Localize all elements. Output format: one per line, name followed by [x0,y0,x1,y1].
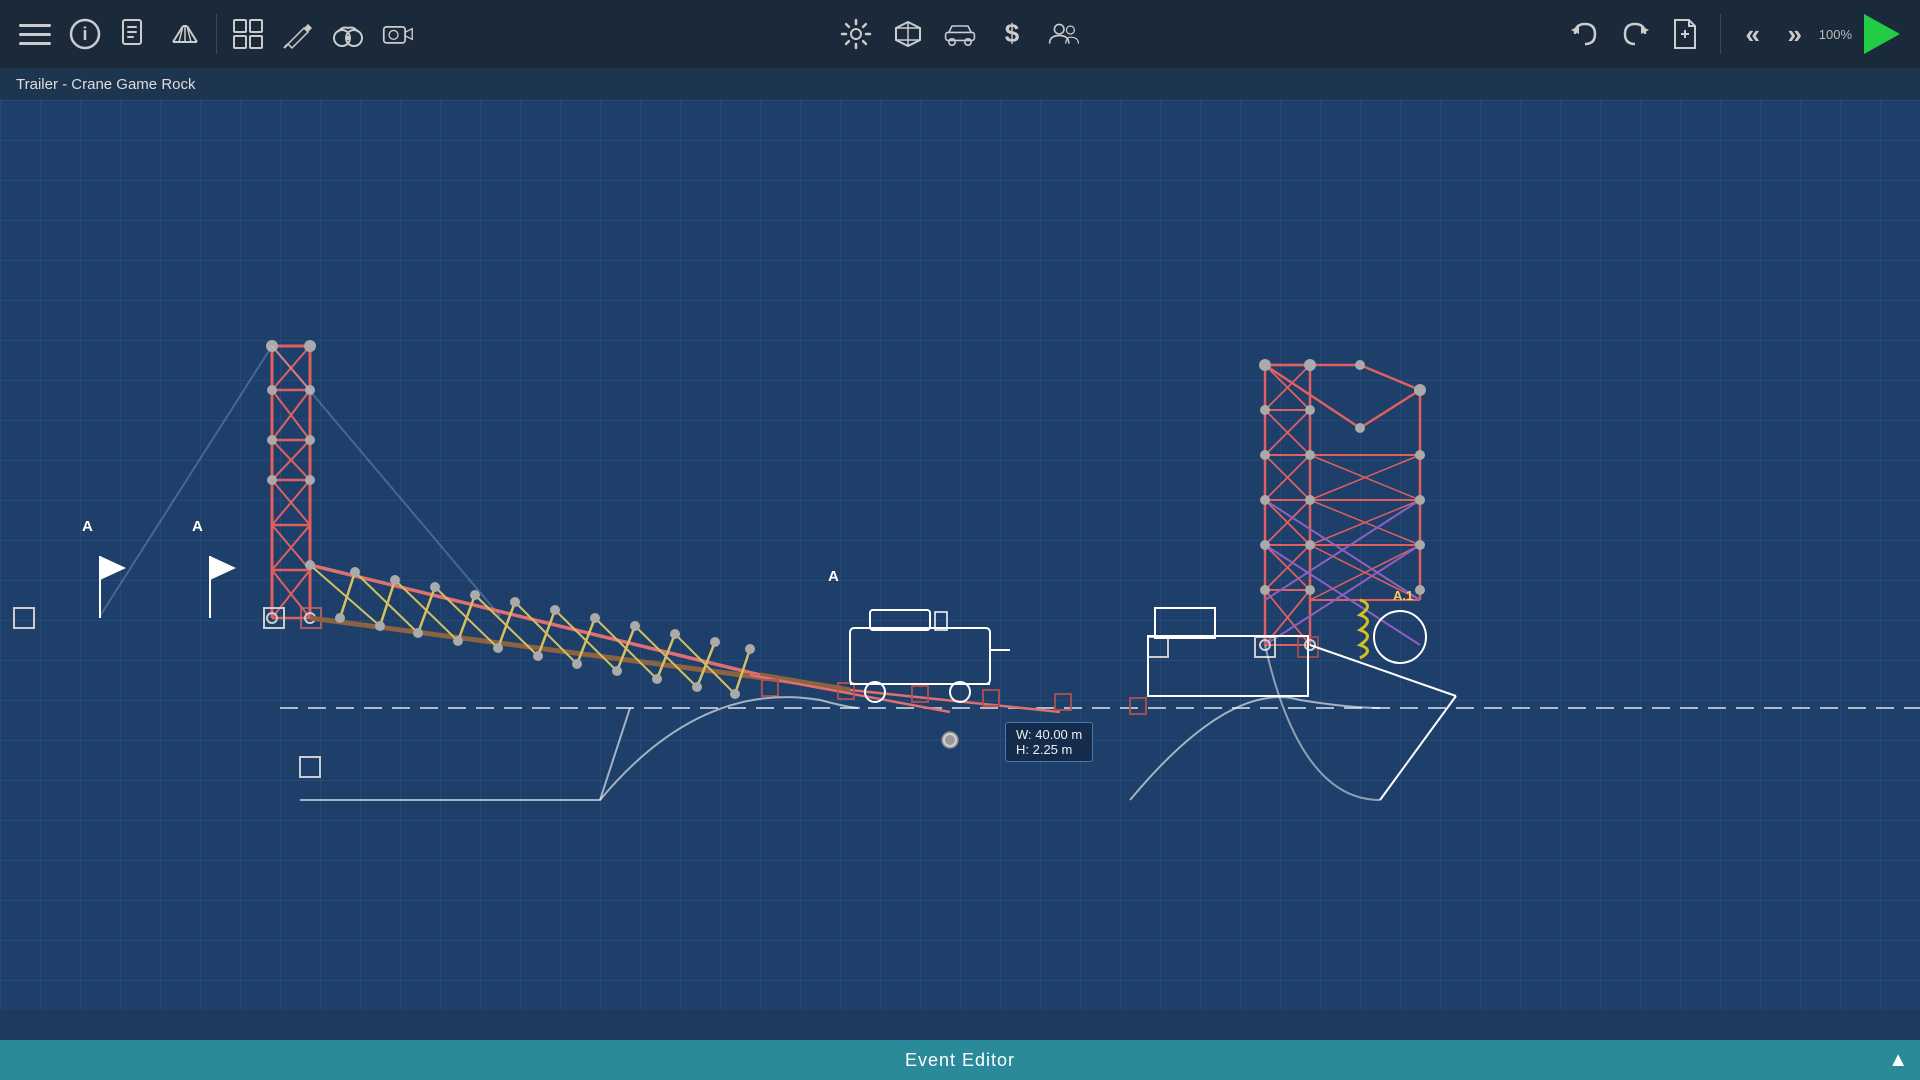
bridge-drawing [0,100,1920,1010]
undo-button[interactable] [1562,11,1608,57]
toolbar-mode-group [225,11,421,57]
measurement-height: H: 2.25 m [1016,742,1082,757]
annotation-a3: A [828,568,839,585]
grid-button[interactable] [225,11,271,57]
binoculars-button[interactable] [325,11,371,57]
zoom-display: 100% [1819,28,1852,41]
redo-button[interactable] [1612,11,1658,57]
bottom-expand-button[interactable]: ▲ [1888,1049,1908,1072]
annotation-a2: A [192,518,203,535]
prev-button[interactable]: « [1733,11,1773,57]
budget-button[interactable]: $ [989,11,1035,57]
new-document-button[interactable] [1662,11,1708,57]
svg-text:i: i [82,24,87,44]
svg-text:$: $ [1005,18,1020,48]
grid-overlay [0,100,1920,1010]
bottom-bar-label: Event Editor [905,1050,1015,1071]
next-button[interactable]: » [1775,11,1815,57]
toolbar-center-group: $ [833,11,1087,57]
toolbar-sep-2 [1720,14,1721,54]
bridge-button[interactable] [162,11,208,57]
menu-button[interactable] [12,11,58,57]
subtitle-bar: Trailer - Crane Game Rock [0,68,1920,100]
measurement-width: W: 40.00 m [1016,727,1082,742]
toolbar-left-group: i [12,11,208,57]
camera-button[interactable] [375,11,421,57]
nav-group: « » [1733,11,1815,57]
zoom-label: 100% [1819,28,1852,41]
measurement-box: W: 40.00 m H: 2.25 m [1005,722,1093,762]
toolbar: i [0,0,1920,68]
play-icon [1864,14,1900,54]
bottom-bar: Event Editor ▲ [0,1040,1920,1080]
play-button[interactable] [1856,8,1908,60]
pencil-button[interactable] [275,11,321,57]
vehicle-button[interactable] [937,11,983,57]
toolbar-sep-1 [216,14,217,54]
subtitle-text: Trailer - Crane Game Rock [16,76,196,93]
cube-button[interactable] [885,11,931,57]
info-button[interactable]: i [62,11,108,57]
annotation-a4: A.1 [1393,588,1413,603]
settings-button[interactable] [833,11,879,57]
team-button[interactable] [1041,11,1087,57]
annotation-a1: A [82,518,93,535]
toolbar-right-group: « » 100% [1562,8,1908,60]
document-button[interactable] [112,11,158,57]
main-canvas[interactable]: A A A A.1 W: 40.00 m H: 2.25 m [0,100,1920,1010]
